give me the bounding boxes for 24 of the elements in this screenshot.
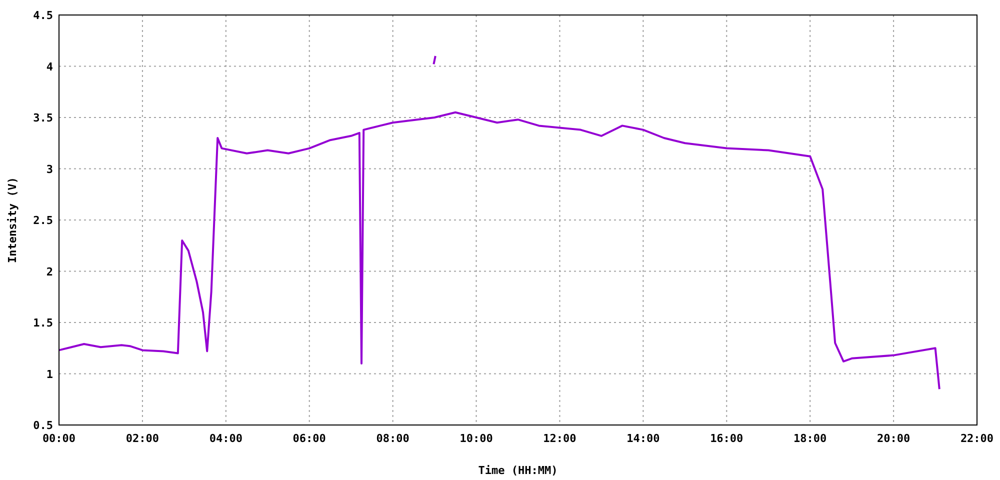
y-tick-label: 2.5 xyxy=(33,214,53,227)
x-axis-title: Time (HH:MM) xyxy=(478,464,558,477)
x-tick-label: 02:00 xyxy=(126,432,160,445)
x-tick-label: 14:00 xyxy=(626,432,660,445)
y-tick-label: 1.5 xyxy=(33,316,53,330)
x-tick-label: 20:00 xyxy=(876,432,910,445)
y-tick-label: 4.5 xyxy=(33,9,53,22)
x-tick-label: 00:00 xyxy=(42,432,76,445)
x-tick-label: 04:00 xyxy=(209,432,242,445)
x-tick-label: 12:00 xyxy=(543,432,576,445)
x-tick-label: 08:00 xyxy=(376,432,410,445)
x-tick-label: 10:00 xyxy=(460,432,493,445)
x-tick-label: 18:00 xyxy=(794,432,827,445)
x-tick-label: 16:00 xyxy=(710,432,744,445)
y-axis-title: Intensity (V) xyxy=(6,176,19,264)
y-tick-label: 4 xyxy=(46,60,53,74)
x-tick-label: 22:00 xyxy=(960,432,994,445)
y-tick-label: 3 xyxy=(46,162,53,176)
data-line xyxy=(432,56,436,64)
x-tick-label: 06:00 xyxy=(292,432,326,445)
y-tick-label: 2 xyxy=(46,265,53,278)
y-tick-label: 1 xyxy=(46,368,53,381)
y-tick-label: 0.5 xyxy=(33,419,53,432)
y-tick-label: 3.5 xyxy=(33,112,53,124)
